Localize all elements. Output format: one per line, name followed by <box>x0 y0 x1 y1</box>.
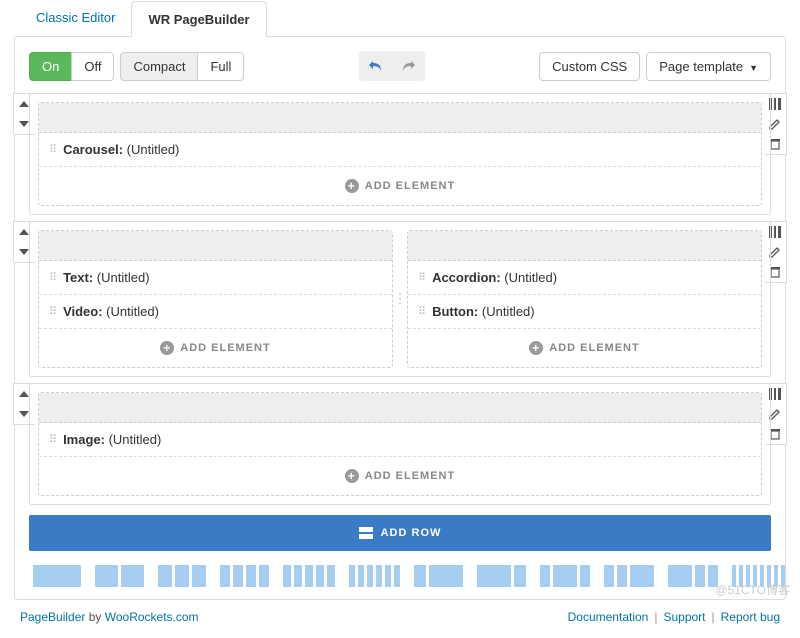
builder-column: ⠿ Accordion: (Untitled) ⠿ Button: (Untitled… <box>407 230 762 368</box>
element-label: Carousel: (Untitled) <box>63 142 179 157</box>
undo-button[interactable] <box>361 53 391 79</box>
layout-preset[interactable] <box>604 565 654 587</box>
layout-preset[interactable] <box>95 565 144 587</box>
chevron-up-icon <box>19 101 29 107</box>
chevron-down-icon <box>19 121 29 127</box>
column-header[interactable] <box>408 231 761 261</box>
page-template-dropdown[interactable]: Page template▼ <box>646 52 771 81</box>
builder-column: ⠿ Image: (Untitled) +ADD ELEMENT <box>38 392 762 496</box>
layout-preset[interactable] <box>414 565 463 587</box>
redo-button[interactable] <box>393 53 423 79</box>
element-label: Video: (Untitled) <box>63 304 159 319</box>
builder-row: ⠿ Carousel: (Untitled) +ADD ELEMENT <box>29 93 771 215</box>
undo-icon <box>369 60 383 72</box>
toggle-off-button[interactable]: Off <box>71 52 114 81</box>
watermark: @51CTO博客 <box>715 581 790 598</box>
plus-circle-icon: + <box>345 469 359 483</box>
add-element-button[interactable]: +ADD ELEMENT <box>39 167 761 205</box>
chevron-down-icon <box>19 249 29 255</box>
builder-column: ⠿ Carousel: (Untitled) +ADD ELEMENT <box>38 102 762 206</box>
caret-down-icon: ▼ <box>749 63 758 73</box>
drag-handle-icon[interactable]: ⠿ <box>49 433 55 446</box>
element-item[interactable]: ⠿ Image: (Untitled) <box>39 423 761 457</box>
add-element-button[interactable]: +ADD ELEMENT <box>408 329 761 367</box>
add-row-icon <box>359 527 373 539</box>
view-full-button[interactable]: Full <box>197 52 244 81</box>
layout-preset[interactable] <box>220 565 269 587</box>
tab-wr-pagebuilder[interactable]: WR PageBuilder <box>131 1 266 37</box>
chevron-up-icon <box>19 391 29 397</box>
pagebuilder-link[interactable]: PageBuilder <box>20 610 85 624</box>
drag-handle-icon[interactable]: ⠿ <box>49 143 55 156</box>
toggle-on-button[interactable]: On <box>29 52 72 81</box>
woorockets-link[interactable]: WooRockets.com <box>105 610 199 624</box>
redo-icon <box>401 60 415 72</box>
element-item[interactable]: ⠿ Carousel: (Untitled) <box>39 133 761 167</box>
plus-circle-icon: + <box>345 179 359 193</box>
chevron-up-icon <box>19 229 29 235</box>
drag-handle-icon[interactable]: ⠿ <box>418 271 424 284</box>
column-resize-handle[interactable]: ⋮ <box>397 230 403 368</box>
layout-preset[interactable] <box>33 565 81 587</box>
layout-preset[interactable] <box>668 565 718 587</box>
footer-credit: PageBuilder by WooRockets.com <box>20 610 199 624</box>
column-header[interactable] <box>39 231 392 261</box>
plus-circle-icon: + <box>160 341 174 355</box>
add-element-button[interactable]: +ADD ELEMENT <box>39 329 392 367</box>
element-label: Image: (Untitled) <box>63 432 161 447</box>
builder-row: ⠿ Image: (Untitled) +ADD ELEMENT <box>29 383 771 505</box>
plus-circle-icon: + <box>529 341 543 355</box>
add-row-button[interactable]: ADD ROW <box>29 515 771 551</box>
custom-css-button[interactable]: Custom CSS <box>539 52 640 81</box>
builder-row: ⠿ Text: (Untitled) ⠿ Video: (Untitled) +ADD … <box>29 221 771 377</box>
element-label: Accordion: (Untitled) <box>432 270 557 285</box>
column-header[interactable] <box>39 103 761 133</box>
pagebuilder-panel: On Off Compact Full Custom CSS Page temp… <box>14 36 786 600</box>
documentation-link[interactable]: Documentation <box>568 610 649 624</box>
tab-classic-editor[interactable]: Classic Editor <box>20 0 131 36</box>
row-layout-presets <box>23 559 777 591</box>
layout-preset[interactable] <box>540 565 590 587</box>
element-item[interactable]: ⠿ Accordion: (Untitled) <box>408 261 761 295</box>
layout-preset[interactable] <box>477 565 526 587</box>
report-bug-link[interactable]: Report bug <box>721 610 780 624</box>
column-header[interactable] <box>39 393 761 423</box>
drag-handle-icon[interactable]: ⠿ <box>418 305 424 318</box>
layout-preset[interactable] <box>349 565 400 587</box>
chevron-down-icon <box>19 411 29 417</box>
element-label: Text: (Untitled) <box>63 270 149 285</box>
layout-preset[interactable] <box>283 565 335 587</box>
layout-preset[interactable] <box>158 565 206 587</box>
footer-links: Documentation|Support|Report bug <box>568 610 780 624</box>
builder-column: ⠿ Text: (Untitled) ⠿ Video: (Untitled) +ADD … <box>38 230 393 368</box>
element-label: Button: (Untitled) <box>432 304 535 319</box>
element-item[interactable]: ⠿ Button: (Untitled) <box>408 295 761 329</box>
drag-handle-icon[interactable]: ⠿ <box>49 271 55 284</box>
drag-handle-icon[interactable]: ⠿ <box>49 305 55 318</box>
element-item[interactable]: ⠿ Video: (Untitled) <box>39 295 392 329</box>
view-compact-button[interactable]: Compact <box>120 52 198 81</box>
element-item[interactable]: ⠿ Text: (Untitled) <box>39 261 392 295</box>
support-link[interactable]: Support <box>663 610 705 624</box>
add-element-button[interactable]: +ADD ELEMENT <box>39 457 761 495</box>
